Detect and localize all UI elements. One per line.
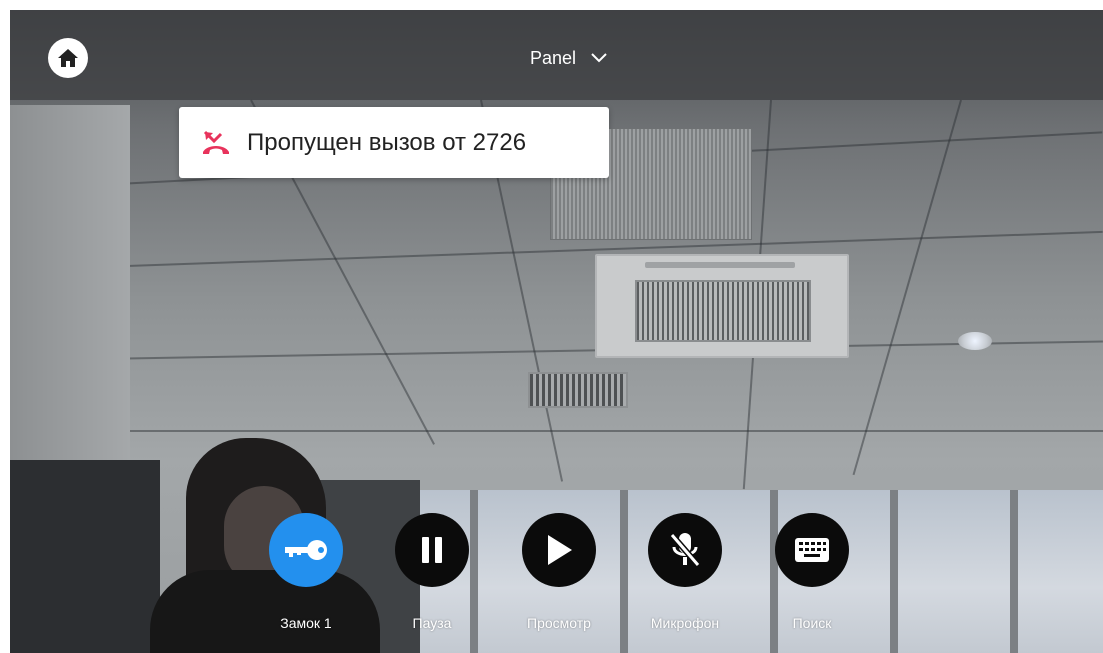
chevron-down-icon <box>591 53 607 63</box>
unlock-button[interactable] <box>269 513 343 587</box>
search-label: Поиск <box>792 615 832 631</box>
home-button[interactable] <box>48 38 88 78</box>
search-control: Поиск <box>752 513 872 631</box>
panel-label: Panel <box>530 47 577 68</box>
microphone-button[interactable] <box>648 513 722 587</box>
intercom-screen: Panel Пропущен вызов от 2726 Замок 1 Пау… <box>10 10 1103 653</box>
top-bar: Panel <box>10 10 1103 100</box>
view-control: Просмотр <box>499 513 619 631</box>
pause-label: Пауза <box>412 615 452 631</box>
view-label: Просмотр <box>527 615 591 631</box>
pause-control: Пауза <box>372 513 492 631</box>
microphone-label: Микрофон <box>650 615 720 631</box>
pause-icon <box>422 537 442 563</box>
keyboard-icon <box>795 538 829 562</box>
home-icon <box>58 49 78 67</box>
pause-button[interactable] <box>395 513 469 587</box>
missed-call-notification[interactable]: Пропущен вызов от 2726 <box>179 107 609 178</box>
key-icon <box>285 540 327 560</box>
missed-call-message: Пропущен вызов от 2726 <box>247 128 527 156</box>
lock-control: Замок 1 <box>246 513 366 631</box>
lock-label: Замок 1 <box>280 615 332 631</box>
panel-selector[interactable]: Panel <box>530 46 608 70</box>
play-icon <box>548 535 572 565</box>
microphone-control: Микрофон <box>625 513 745 631</box>
mic-off-icon <box>669 533 701 567</box>
play-button[interactable] <box>522 513 596 587</box>
search-button[interactable] <box>775 513 849 587</box>
missed-call-icon <box>203 130 229 154</box>
